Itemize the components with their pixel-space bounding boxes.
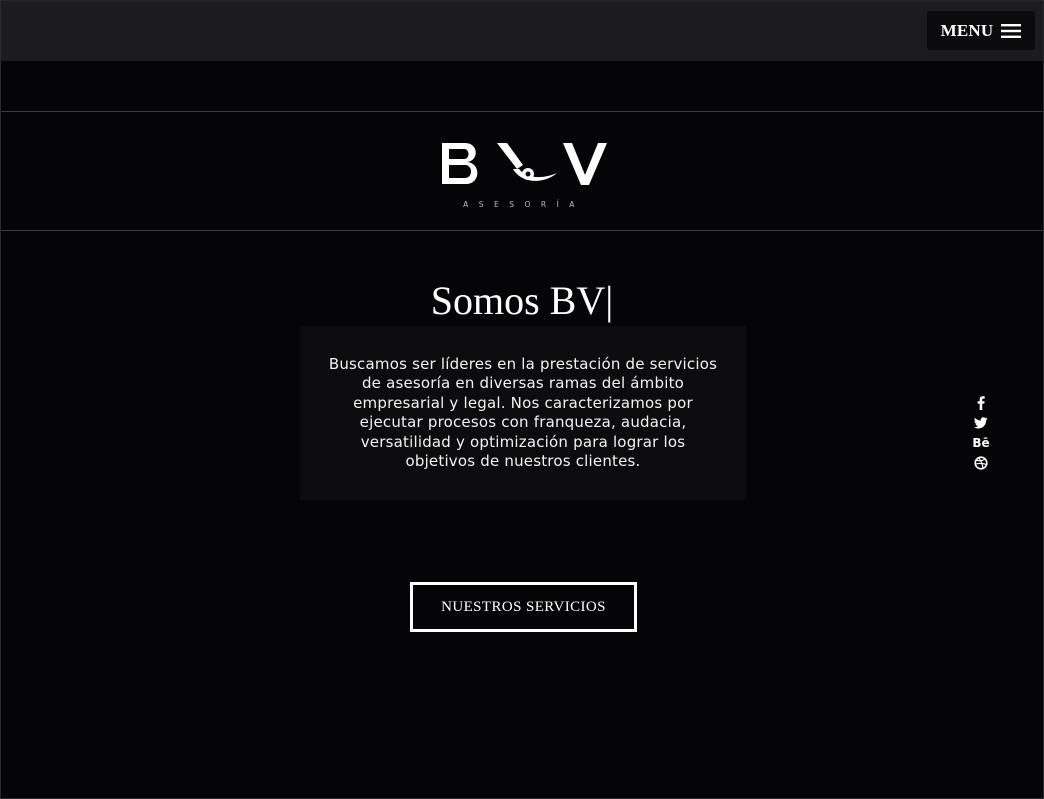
menu-label: MENU	[940, 20, 994, 40]
hero-title: Somos BV|	[430, 278, 614, 323]
dribbble-icon	[974, 456, 988, 470]
hero-description: Buscamos ser líderes en la prestación de…	[328, 354, 718, 471]
top-bar: MENU	[1, 1, 1043, 61]
description-box: Buscamos ser líderes en la prestación de…	[300, 326, 746, 500]
twitter-icon	[974, 417, 988, 429]
nuestros-servicios-button[interactable]: NUESTROS SERVICIOS	[410, 582, 637, 632]
facebook-link[interactable]	[971, 395, 991, 411]
social-links: Bē	[971, 395, 991, 471]
dribbble-link[interactable]	[971, 455, 991, 471]
divider-top	[1, 111, 1043, 112]
twitter-link[interactable]	[971, 415, 991, 431]
divider-bottom	[1, 230, 1043, 231]
hamburger-icon	[1001, 23, 1022, 38]
behance-link[interactable]: Bē	[971, 435, 991, 451]
facebook-icon	[977, 396, 985, 410]
behance-icon: Bē	[972, 436, 990, 450]
logo-tagline: ASESORÍA	[463, 200, 585, 209]
menu-button[interactable]: MENU	[927, 11, 1035, 50]
bv-logo[interactable]: ASESORÍA	[439, 139, 609, 211]
